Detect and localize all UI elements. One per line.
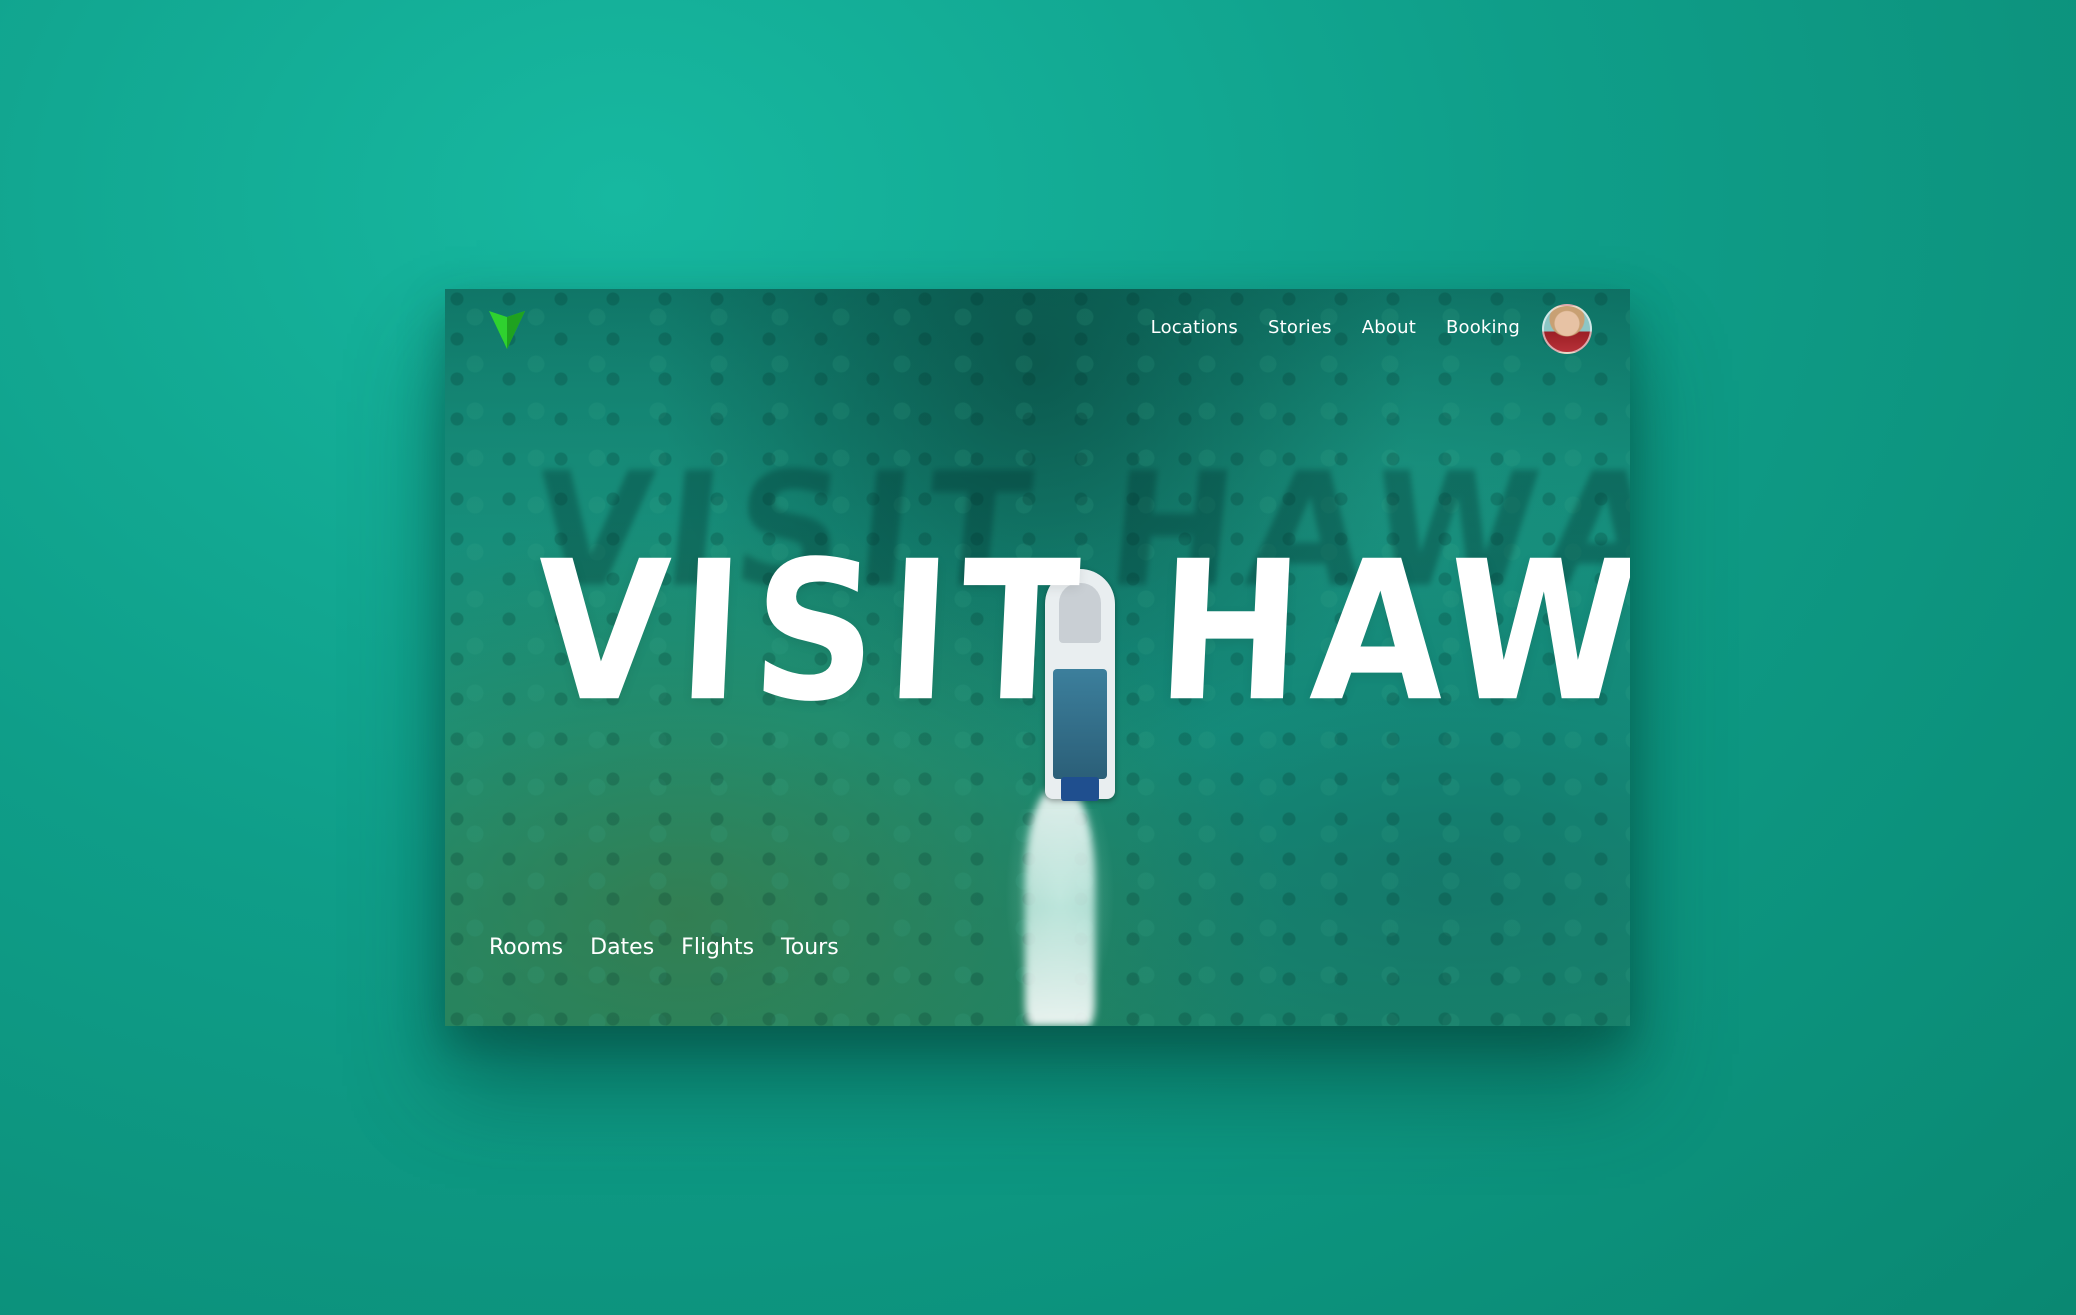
hero-title: VISIT HAWAII [530,519,1630,745]
green-arrow-logo-icon[interactable] [489,309,525,349]
boat-wake [1025,789,1095,1026]
user-avatar[interactable] [1542,304,1592,354]
hero-window: VISIT HAWAII Locations Stories About Boo… [445,289,1630,1026]
bottom-link-tours[interactable]: Tours [781,935,839,960]
nav-item-locations[interactable]: Locations [1151,317,1238,338]
bottom-link-flights[interactable]: Flights [681,935,754,960]
bottom-nav: Rooms Dates Flights Tours [489,935,839,960]
nav-item-about[interactable]: About [1362,317,1416,338]
bottom-link-rooms[interactable]: Rooms [489,935,563,960]
nav-item-booking[interactable]: Booking [1446,317,1520,338]
nav-item-stories[interactable]: Stories [1268,317,1332,338]
top-nav: Locations Stories About Booking [1151,309,1520,345]
bottom-link-dates[interactable]: Dates [590,935,654,960]
